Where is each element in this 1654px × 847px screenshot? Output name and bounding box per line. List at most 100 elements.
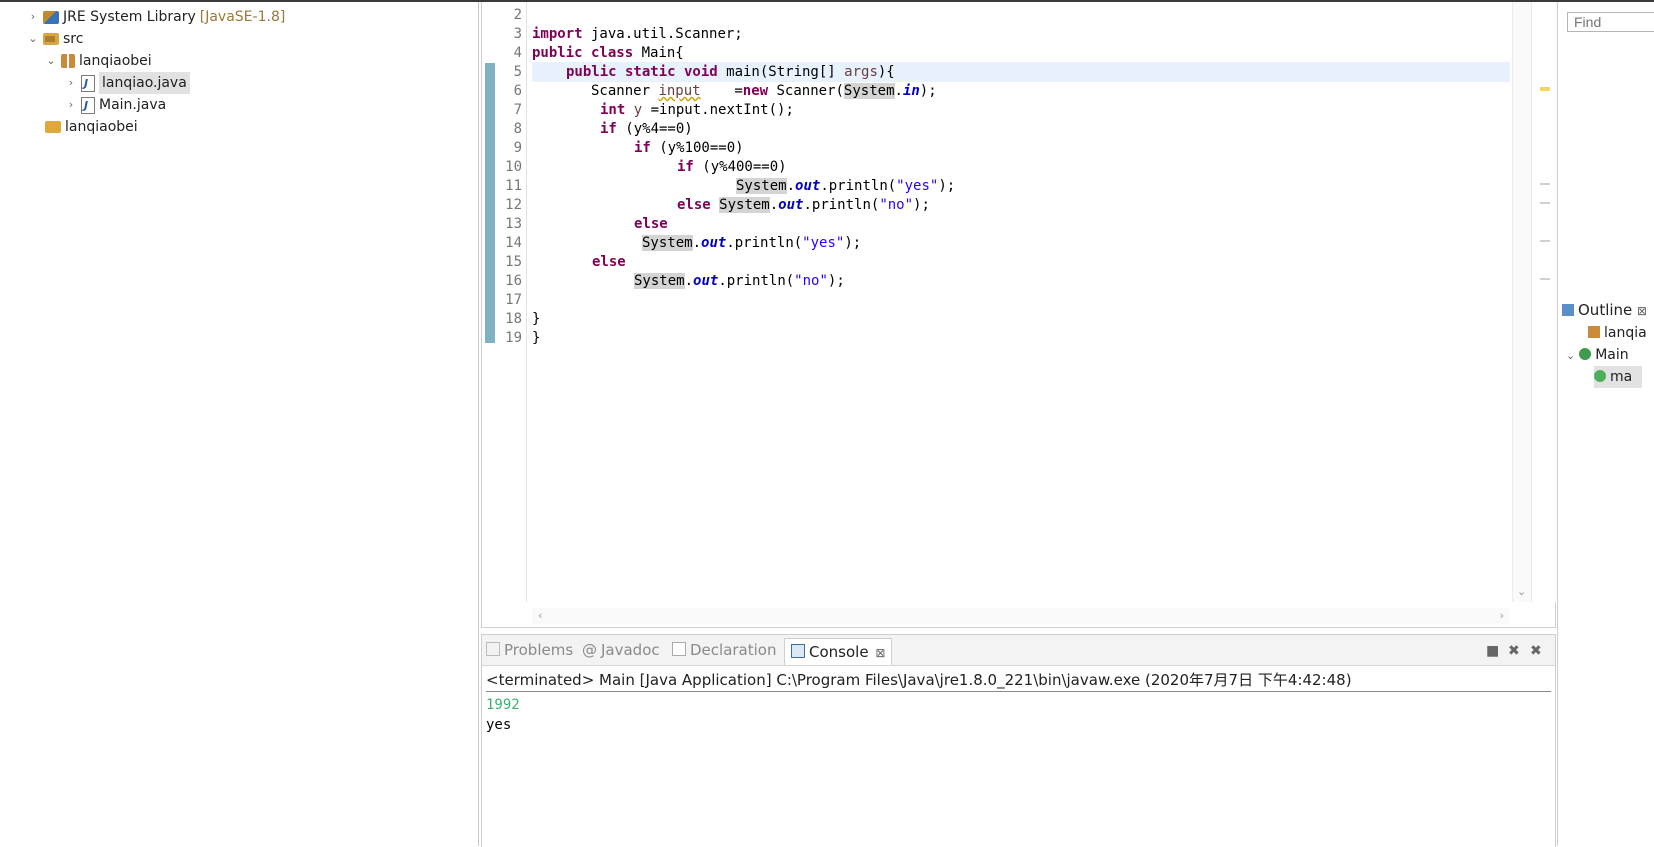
- tree-item-label: lanqiao.java: [99, 72, 190, 94]
- code-line-11: System.out.println("yes");: [736, 178, 956, 194]
- chevron-right-icon[interactable]: ›: [64, 72, 78, 94]
- java-file-icon: [81, 73, 95, 95]
- tab-declaration[interactable]: Declaration: [672, 639, 776, 661]
- chevron-down-icon[interactable]: ⌄: [1566, 349, 1575, 362]
- line-number: 2: [513, 7, 522, 23]
- package-icon: [61, 54, 75, 68]
- close-icon[interactable]: ⊠: [875, 646, 885, 660]
- overview-ruler[interactable]: [1531, 2, 1556, 602]
- terminated-status: <terminated> Main [Java Application] C:\…: [486, 669, 1551, 692]
- class-icon: [1579, 348, 1592, 360]
- code-line-9: if (y%100==0): [634, 140, 744, 156]
- line-number: 13: [505, 216, 522, 232]
- project-explorer: › JRE System Library [JavaSE-1.8] ⌄ src …: [0, 2, 479, 846]
- code-line-14: System.out.println("yes");: [642, 235, 862, 251]
- line-number: 19: [505, 330, 522, 346]
- warning-marker[interactable]: [1540, 87, 1550, 91]
- line-number: 9: [513, 140, 522, 156]
- chevron-down-icon[interactable]: ⌄: [26, 28, 40, 50]
- code-editor[interactable]: 2 3 4 5 6 7 8 9 10 11 12 13 14 15 16 17 …: [481, 2, 1556, 628]
- code-line-12: else System.out.println("no");: [677, 197, 930, 213]
- code-line-3: import java.util.Scanner;: [532, 26, 743, 42]
- outline-item-class[interactable]: ⌄ Main: [1566, 344, 1629, 366]
- line-number-ruler: 2 3 4 5 6 7 8 9 10 11 12 13 14 15 16 17 …: [482, 2, 527, 602]
- chevron-left-icon[interactable]: ‹: [538, 609, 542, 622]
- line-number: 17: [505, 292, 522, 308]
- code-line-19: }: [532, 330, 541, 346]
- source-folder-icon: [43, 33, 59, 45]
- tab-problems[interactable]: Problems: [486, 639, 573, 661]
- outline-item-method[interactable]: ma: [1594, 366, 1643, 388]
- method-icon: [1594, 370, 1606, 382]
- code-line-8: if (y%4==0): [600, 121, 693, 137]
- occurrence-marker[interactable]: [1540, 278, 1550, 280]
- line-number: 10: [505, 159, 522, 175]
- tree-item-label: lanqiaobei: [65, 119, 138, 135]
- line-number: 11: [505, 178, 522, 194]
- bottom-tab-bar: Problems @ Javadoc Declaration Console ⊠ …: [482, 635, 1555, 666]
- tab-console[interactable]: Console ⊠: [784, 638, 893, 665]
- tree-item-project[interactable]: lanqiaobei: [28, 116, 138, 138]
- occurrence-marker[interactable]: [1540, 202, 1550, 204]
- quick-diff-bar: [485, 63, 495, 343]
- chevron-right-icon[interactable]: ›: [1500, 609, 1504, 622]
- code-line-4: public class Main{: [532, 45, 684, 61]
- tree-item-package[interactable]: ⌄ lanqiaobei: [44, 50, 152, 72]
- occurrence-marker[interactable]: [1540, 183, 1550, 185]
- line-number: 8: [513, 121, 522, 137]
- console-input-echo: 1992: [486, 697, 520, 713]
- outline-item-package[interactable]: lanqia: [1588, 322, 1647, 344]
- chevron-right-icon[interactable]: ›: [64, 94, 78, 116]
- outline-icon: [1562, 304, 1574, 316]
- close-icon[interactable]: ⊠: [1637, 304, 1647, 318]
- console-icon: [791, 644, 805, 658]
- line-number: 18: [505, 311, 522, 327]
- code-line-18: }: [532, 311, 541, 327]
- problems-icon: [486, 642, 500, 656]
- library-icon: [43, 10, 59, 24]
- line-number: 12: [505, 197, 522, 213]
- tree-item-src[interactable]: ⌄ src: [26, 28, 83, 50]
- tree-item-label: src: [63, 31, 84, 47]
- tree-item-lanqiao-java[interactable]: › lanqiao.java: [64, 72, 190, 95]
- project-icon: [45, 121, 61, 133]
- line-number: 14: [505, 235, 522, 251]
- code-line-13: else: [634, 216, 668, 232]
- right-side-pane: Outline ⊠ lanqia ⌄Main ma: [1557, 2, 1654, 846]
- tree-item-label: lanqiaobei: [79, 53, 152, 69]
- at-icon: @: [582, 641, 597, 659]
- line-number: 6: [513, 83, 522, 99]
- remove-all-launches-icon[interactable]: ✖: [1530, 643, 1542, 659]
- chevron-down-icon[interactable]: ⌄: [44, 50, 58, 72]
- vertical-scrollbar[interactable]: ⌄: [1512, 2, 1531, 602]
- line-number: 7: [513, 102, 522, 118]
- tab-outline[interactable]: Outline ⊠: [1562, 297, 1647, 323]
- code-line-7: int y =input.nextInt();: [600, 102, 794, 118]
- code-area[interactable]: import java.util.Scanner; public class M…: [532, 2, 1512, 602]
- line-number: 16: [505, 273, 522, 289]
- occurrence-marker[interactable]: [1540, 240, 1550, 242]
- chevron-right-icon[interactable]: ›: [26, 6, 40, 28]
- console-output-line: yes: [486, 717, 512, 733]
- chevron-down-icon[interactable]: ⌄: [1517, 585, 1526, 598]
- code-line-10: if (y%400==0): [677, 159, 787, 175]
- tree-item-main-java[interactable]: › Main.java: [64, 94, 167, 117]
- tree-item-suffix: [JavaSE-1.8]: [199, 9, 286, 25]
- find-input[interactable]: [1567, 12, 1654, 32]
- line-number: 15: [505, 254, 522, 270]
- tree-item-jre-library[interactable]: › JRE System Library [JavaSE-1.8]: [26, 6, 286, 28]
- code-line-16: System.out.println("no");: [634, 273, 845, 289]
- console-view: Problems @ Javadoc Declaration Console ⊠ …: [481, 634, 1556, 847]
- tree-item-label: JRE System Library: [63, 9, 196, 25]
- remove-launch-icon[interactable]: ✖: [1508, 643, 1520, 659]
- stop-icon[interactable]: ■: [1486, 643, 1499, 659]
- horizontal-scrollbar[interactable]: ‹ ›: [532, 608, 1510, 624]
- tab-javadoc[interactable]: @ Javadoc: [582, 639, 660, 661]
- java-file-icon: [81, 95, 95, 117]
- line-number: 3: [513, 26, 522, 42]
- code-line-6: Scanner input =new Scanner(System.in);: [591, 83, 937, 99]
- code-line-5: public static void main(String[] args){: [566, 64, 895, 80]
- tree-item-label: Main.java: [99, 97, 167, 113]
- code-line-15: else: [592, 254, 626, 270]
- line-number: 5: [513, 64, 522, 80]
